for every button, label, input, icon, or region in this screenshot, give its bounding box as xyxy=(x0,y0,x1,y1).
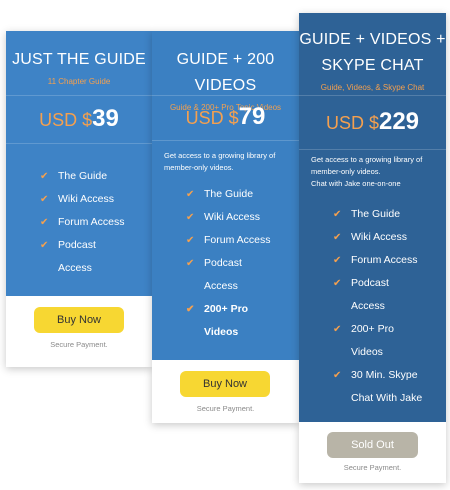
plan-title: JUST THE GUIDE xyxy=(12,51,146,68)
plan-description: Get access to a growing library of membe… xyxy=(164,151,276,172)
plan-price: USD $39 xyxy=(6,96,152,144)
price-amount: 79 xyxy=(238,103,266,130)
plan-title: GUIDE + 200 VIDEOS xyxy=(176,51,275,94)
check-icon: ✔ xyxy=(186,189,195,200)
buy-now-button[interactable]: Buy Now xyxy=(180,371,270,397)
feature-item-continued: Access xyxy=(351,300,385,312)
plan-title-line-1: GUIDE + VIDEOS + xyxy=(299,31,446,48)
secure-payment-text: Secure Payment. xyxy=(196,404,255,413)
feature-item: ✔ The Guide xyxy=(40,165,125,188)
plan-card-guide-videos-skype: GUIDE + VIDEOS + SKYPE CHAT Guide, Video… xyxy=(299,13,446,483)
plan-heading: GUIDE + VIDEOS + SKYPE CHAT Guide, Video… xyxy=(299,13,446,96)
feature-item: ✔ Forum Access xyxy=(186,229,271,252)
check-icon: ✔ xyxy=(40,217,49,228)
feature-item-continued: Access xyxy=(204,280,238,292)
feature-item: ✔ Podcast xyxy=(186,252,271,275)
feature-item: ✔ Forum Access xyxy=(333,249,422,272)
feature-item: ✔ The Guide xyxy=(333,203,422,226)
check-icon: ✔ xyxy=(186,258,195,269)
check-icon: ✔ xyxy=(333,255,342,266)
feature-item-continued: Access xyxy=(58,262,92,274)
check-icon: ✔ xyxy=(40,194,49,205)
price-currency: USD $ xyxy=(185,108,239,128)
check-icon: ✔ xyxy=(186,304,195,315)
feature-item: ✔ 200+ Pro xyxy=(333,318,422,341)
plan-card-header-area: GUIDE + 200 VIDEOS Guide & 200+ Pro Topi… xyxy=(152,31,299,360)
feature-item-continued: Videos xyxy=(351,346,383,358)
plan-card-guide: JUST THE GUIDE 11 Chapter Guide USD $39 … xyxy=(6,31,152,367)
feature-list: ✔ The Guide ✔ Wiki Access ✔ Forum Access ✔ P… xyxy=(40,165,125,280)
plan-subtitle: 11 Chapter Guide xyxy=(47,77,111,86)
feature-item: ✔ Wiki Access xyxy=(186,206,271,229)
price-amount: 229 xyxy=(378,108,420,135)
price-amount: 39 xyxy=(92,105,119,132)
plan-card-header-area: GUIDE + VIDEOS + SKYPE CHAT Guide, Video… xyxy=(299,13,446,422)
feature-list: ✔ The Guide ✔ Wiki Access ✔ Forum Access ✔ P… xyxy=(333,203,422,410)
sold-out-button[interactable]: Sold Out xyxy=(327,432,418,458)
buy-now-button[interactable]: Buy Now xyxy=(34,307,124,333)
feature-item-continued: Chat With Jake xyxy=(351,392,423,404)
feature-item: ✔ Podcast xyxy=(40,234,125,257)
feature-item: ✔ Podcast xyxy=(333,272,422,295)
feature-item: ✔ Forum Access xyxy=(40,211,125,234)
feature-item: ✔ Wiki Access xyxy=(40,188,125,211)
check-icon: ✔ xyxy=(333,278,342,289)
check-icon: ✔ xyxy=(186,235,195,246)
plan-price: USD $229 xyxy=(299,96,446,150)
plan-card-guide-videos: GUIDE + 200 VIDEOS Guide & 200+ Pro Topi… xyxy=(152,31,299,423)
plan-subtitle: Guide, Videos, & Skype Chat xyxy=(320,83,425,92)
plan-heading: GUIDE + 200 VIDEOS Guide & 200+ Pro Topi… xyxy=(152,31,299,112)
secure-payment-text: Secure Payment. xyxy=(50,340,108,349)
feature-item: ✔ Wiki Access xyxy=(333,226,422,249)
check-icon: ✔ xyxy=(333,209,342,220)
price-currency: USD $ xyxy=(325,113,379,133)
secure-payment-text: Secure Payment. xyxy=(343,463,402,472)
check-icon: ✔ xyxy=(333,324,342,335)
price-currency: USD $ xyxy=(39,110,93,130)
plan-price: USD $79 xyxy=(152,96,299,141)
check-icon: ✔ xyxy=(40,171,49,182)
plan-description: Get access to a growing library of membe… xyxy=(311,155,423,188)
plan-title-line-2: SKYPE CHAT xyxy=(321,57,424,74)
plan-card-header-area: JUST THE GUIDE 11 Chapter Guide USD $39 … xyxy=(6,31,152,296)
plan-heading: JUST THE GUIDE 11 Chapter Guide xyxy=(6,31,152,96)
feature-item: ✔ 200+ Pro xyxy=(186,298,271,321)
feature-list: ✔ The Guide ✔ Wiki Access ✔ Forum Access ✔ P… xyxy=(186,183,271,344)
feature-item: ✔ The Guide xyxy=(186,183,271,206)
feature-item-continued: Videos xyxy=(204,326,239,338)
feature-item: ✔ 30 Min. Skype xyxy=(333,364,422,387)
check-icon: ✔ xyxy=(40,240,49,251)
check-icon: ✔ xyxy=(333,232,342,243)
check-icon: ✔ xyxy=(333,370,342,381)
check-icon: ✔ xyxy=(186,212,195,223)
